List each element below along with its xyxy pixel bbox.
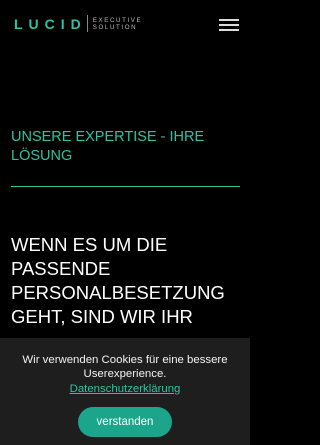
expertise-heading: UNSERE EXPERTISE - IHRE LÖSUNG — [11, 129, 205, 164]
menu-bar-top — [219, 19, 239, 21]
menu-bar-bottom — [219, 29, 239, 31]
section-divider — [11, 186, 240, 187]
accept-cookies-button[interactable]: verstanden — [78, 407, 172, 437]
cookie-banner: Wir verwenden Cookies für eine bessere U… — [0, 338, 250, 445]
hero-headline: WENN ES UM DIE PASSENDE PERSONALBESETZUN… — [11, 234, 225, 327]
cookie-message: Wir verwenden Cookies für eine bessere U… — [22, 354, 228, 380]
logo-divider — [86, 15, 88, 32]
logo-subtitle-line-1: EXECUTIVE — [92, 16, 143, 24]
menu-bar-middle — [219, 24, 239, 26]
hamburger-menu-icon[interactable] — [219, 19, 239, 32]
logo-subtitle-line-2: SOLUTION — [92, 23, 138, 31]
logo-wordmark: LUCID — [14, 15, 87, 32]
lucid-logo[interactable]: LUCID EXECUTIVE SOLUTION — [14, 15, 142, 32]
privacy-policy-link[interactable]: Datenschutzerklärung — [0, 382, 250, 396]
site-header: LUCID EXECUTIVE SOLUTION — [0, 0, 250, 52]
logo-subtitle: EXECUTIVE SOLUTION — [93, 17, 142, 31]
